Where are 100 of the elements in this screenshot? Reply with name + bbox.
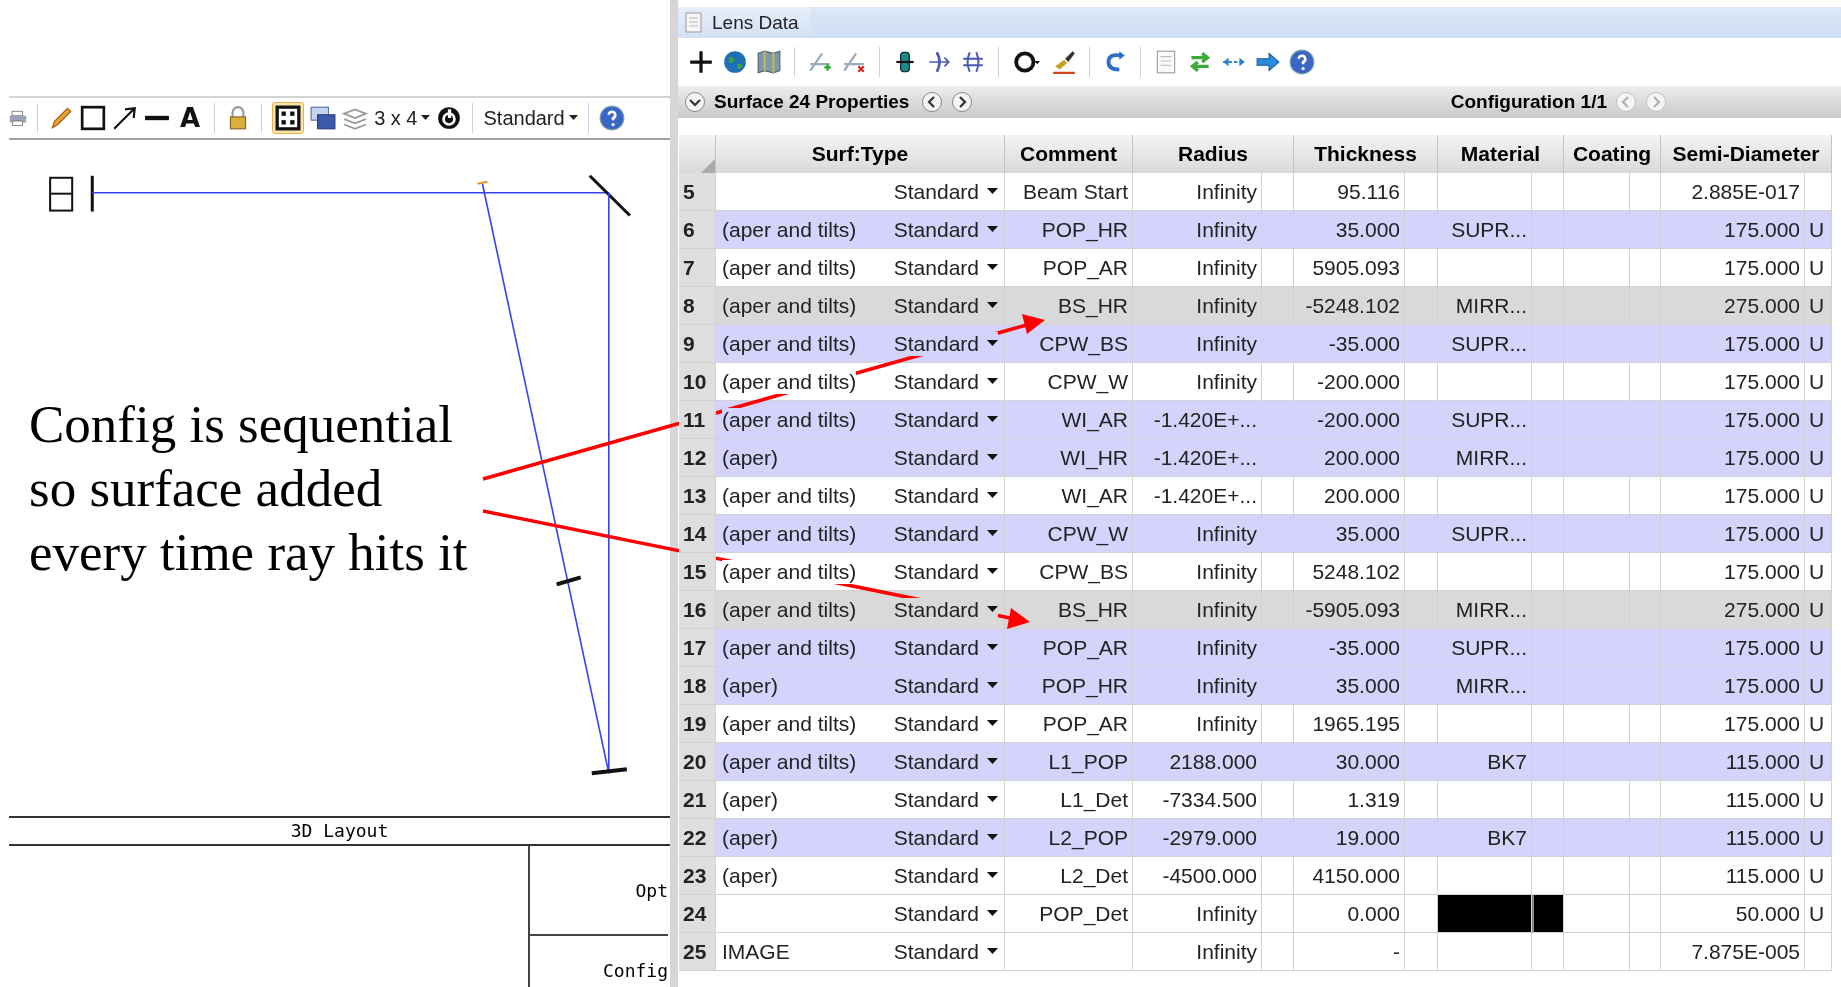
lens-grid-icon[interactable] bbox=[960, 49, 986, 75]
caret-icon[interactable] bbox=[987, 872, 998, 879]
table-cell: -200.000 bbox=[1294, 363, 1405, 401]
table-cell bbox=[1564, 667, 1630, 705]
table-cell bbox=[1532, 363, 1564, 401]
table-cell bbox=[1630, 477, 1661, 515]
caret-icon[interactable] bbox=[987, 188, 998, 195]
row-number: 22 bbox=[679, 819, 716, 857]
table-cell bbox=[1630, 211, 1661, 249]
caret-icon[interactable] bbox=[987, 226, 998, 233]
table-cell bbox=[1630, 553, 1661, 591]
caret-icon[interactable] bbox=[987, 340, 998, 347]
rectangle-icon[interactable] bbox=[80, 105, 106, 131]
table-cell bbox=[1262, 667, 1294, 705]
row-number: 12 bbox=[679, 439, 716, 477]
table-cell bbox=[1262, 629, 1294, 667]
table-cell bbox=[1405, 477, 1438, 515]
text-tool-button[interactable]: A bbox=[176, 103, 205, 133]
row-number: 18 bbox=[679, 667, 716, 705]
table-cell: 175.000 bbox=[1661, 363, 1805, 401]
surface-type-dropdown[interactable]: Standard bbox=[893, 331, 998, 356]
caret-icon[interactable] bbox=[987, 530, 998, 537]
caret-icon[interactable] bbox=[987, 378, 998, 385]
table-cell bbox=[1532, 629, 1564, 667]
table-cell: BK7 bbox=[1438, 743, 1532, 781]
table-cell bbox=[1262, 781, 1294, 819]
layout-dropdown[interactable]: 3 x 4 bbox=[374, 106, 431, 130]
ring-icon[interactable] bbox=[1011, 49, 1043, 75]
table-cell: Infinity bbox=[1133, 211, 1262, 249]
table-cell: 175.000 bbox=[1661, 477, 1805, 515]
table-cell bbox=[1405, 249, 1438, 287]
table-cell bbox=[1262, 705, 1294, 743]
table-cell: 115.000 bbox=[1661, 819, 1805, 857]
table-cell bbox=[1405, 933, 1438, 971]
table-cell: U bbox=[1805, 705, 1832, 743]
right-arrow-icon[interactable] bbox=[1255, 49, 1281, 75]
caret-icon[interactable] bbox=[987, 834, 998, 841]
table-cell: BS_HR bbox=[1005, 591, 1133, 629]
grid-button[interactable] bbox=[272, 102, 305, 134]
caret-icon[interactable] bbox=[987, 606, 998, 613]
window-tab[interactable]: Lens Data bbox=[678, 7, 811, 38]
view-dropdown[interactable]: Standard bbox=[483, 106, 578, 130]
selected-cell[interactable] bbox=[1438, 895, 1532, 933]
table-cell bbox=[1564, 629, 1630, 667]
table-cell: U bbox=[1805, 591, 1832, 629]
caret-icon[interactable] bbox=[987, 568, 998, 575]
refresh-icon[interactable] bbox=[436, 105, 463, 131]
caret-icon[interactable] bbox=[421, 115, 431, 121]
caret-icon[interactable] bbox=[987, 910, 998, 917]
surface-note: (aper and tilts) bbox=[722, 559, 857, 584]
crosshair-icon[interactable] bbox=[688, 49, 714, 75]
map-icon[interactable] bbox=[756, 49, 782, 75]
lens-arrow-icon[interactable] bbox=[926, 49, 952, 75]
caret-icon[interactable] bbox=[987, 948, 998, 955]
help-icon[interactable] bbox=[1289, 49, 1315, 75]
previous-button[interactable] bbox=[921, 91, 944, 113]
brush-icon[interactable] bbox=[1051, 49, 1077, 75]
caret-icon[interactable] bbox=[987, 264, 998, 271]
windows-icon[interactable] bbox=[310, 105, 337, 131]
table-cell: U bbox=[1805, 895, 1832, 933]
table-cell: 175.000 bbox=[1661, 439, 1805, 477]
table-cell: 175.000 bbox=[1661, 249, 1805, 287]
table-cell: POP_AR bbox=[1005, 629, 1133, 667]
help-icon[interactable] bbox=[598, 105, 625, 131]
row-number: 9 bbox=[679, 325, 716, 363]
table-cell bbox=[1630, 781, 1661, 819]
table-cell: 5905.093 bbox=[1294, 249, 1405, 287]
caret-icon[interactable] bbox=[987, 492, 998, 499]
selected-cell[interactable] bbox=[1532, 895, 1564, 933]
caret-icon[interactable] bbox=[987, 758, 998, 765]
row-number: 11 bbox=[679, 401, 716, 439]
table-cell bbox=[1532, 325, 1564, 363]
table-cell bbox=[1564, 211, 1630, 249]
table-cell bbox=[1405, 553, 1438, 591]
table-cell: -7334.500 bbox=[1133, 781, 1262, 819]
table-cell: 35.000 bbox=[1294, 515, 1405, 553]
caret-icon[interactable] bbox=[568, 115, 578, 121]
next-button[interactable] bbox=[951, 91, 974, 113]
table-cell: -1.420E+... bbox=[1133, 401, 1262, 439]
caret-icon[interactable] bbox=[987, 302, 998, 309]
pencil-icon[interactable] bbox=[48, 105, 74, 131]
caret-icon[interactable] bbox=[987, 454, 998, 461]
table-cell bbox=[1262, 819, 1294, 857]
caret-icon[interactable] bbox=[987, 720, 998, 727]
table-cell bbox=[1262, 287, 1294, 325]
table-cell: U bbox=[1805, 515, 1832, 553]
caret-icon[interactable] bbox=[987, 796, 998, 803]
properties-title: Surface 24 Properties bbox=[714, 91, 910, 113]
table-cell: U bbox=[1805, 857, 1832, 895]
swap-arrows-icon[interactable] bbox=[1187, 49, 1213, 75]
globe-icon[interactable] bbox=[722, 49, 748, 75]
table-cell bbox=[1630, 249, 1661, 287]
caret-icon[interactable] bbox=[987, 644, 998, 651]
table-cell bbox=[1564, 781, 1630, 819]
caret-icon[interactable] bbox=[987, 416, 998, 423]
arrow-icon[interactable] bbox=[112, 105, 138, 131]
expand-button[interactable] bbox=[684, 91, 706, 113]
caret-icon[interactable] bbox=[987, 682, 998, 689]
document-icon bbox=[684, 11, 704, 34]
table-cell: CPW_BS bbox=[1005, 553, 1133, 591]
